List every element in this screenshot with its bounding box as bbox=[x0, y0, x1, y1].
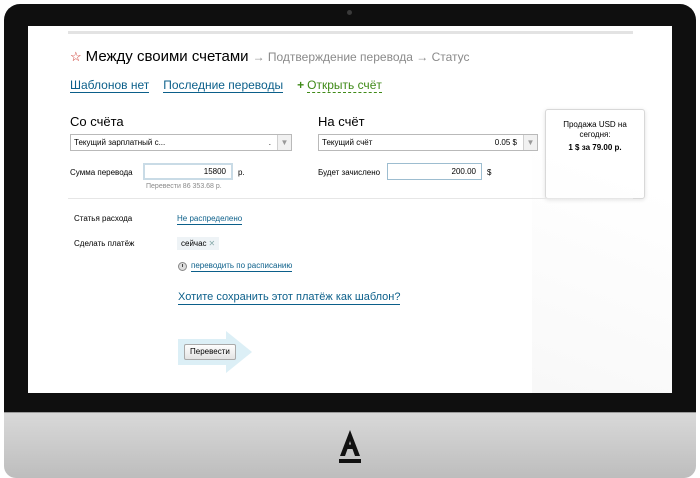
page-title: Между своими счетами bbox=[85, 48, 249, 65]
screen-glare bbox=[532, 26, 672, 393]
exchange-rate-box: Продажа USD на сегодня: 1 $ за 79.00 р. bbox=[545, 109, 645, 199]
rate-title: Продажа USD на сегодня: bbox=[563, 120, 627, 139]
expense-label: Статья расхода bbox=[74, 214, 133, 223]
rate-value: 1 $ за 79.00 р. bbox=[568, 143, 622, 152]
from-account-value: Текущий зарплатный с... bbox=[74, 138, 166, 147]
monitor-bezel: ☆ Между своими счетами → Подтверждение п… bbox=[4, 4, 696, 412]
camera-dot bbox=[347, 10, 352, 15]
chevron-down-icon[interactable]: ▼ bbox=[523, 135, 537, 150]
amount-currency: р. bbox=[238, 168, 245, 177]
to-account-heading: На счёт bbox=[318, 114, 365, 129]
alfa-logo-icon bbox=[339, 430, 361, 463]
section-divider bbox=[68, 198, 633, 199]
recent-transfers-link[interactable]: Последние переводы bbox=[163, 78, 284, 93]
screen: ☆ Между своими счетами → Подтверждение п… bbox=[28, 26, 672, 393]
amount-input[interactable]: 15800 bbox=[143, 163, 233, 180]
payment-label: Сделать платёж bbox=[74, 239, 135, 248]
save-template-link[interactable]: Хотите сохранить этот платёж как шаблон? bbox=[178, 291, 401, 305]
schedule-option[interactable]: переводить по расписанию bbox=[178, 261, 293, 272]
breadcrumb-steps: → Подтверждение перевода → Статус bbox=[252, 50, 470, 64]
clock-icon bbox=[178, 262, 187, 271]
amount-label: Сумма перевода bbox=[70, 168, 133, 177]
credited-label: Будет зачислено bbox=[318, 168, 381, 177]
to-account-select[interactable]: Текущий счёт 0.05 $ ▼ bbox=[318, 134, 538, 151]
credited-currency: $ bbox=[487, 168, 492, 177]
top-divider bbox=[68, 31, 633, 34]
close-icon[interactable]: ✕ bbox=[209, 239, 216, 248]
to-account-value: Текущий счёт bbox=[322, 138, 373, 147]
page-header: ☆ Между своими счетами → Подтверждение п… bbox=[70, 48, 470, 65]
templates-link[interactable]: Шаблонов нет bbox=[70, 78, 150, 93]
chevron-down-icon[interactable]: ▼ bbox=[277, 135, 291, 150]
plus-icon: + bbox=[297, 78, 305, 92]
expense-category-link[interactable]: Не распределено bbox=[177, 214, 243, 225]
from-account-heading: Со счёта bbox=[70, 114, 124, 129]
chip-label: сейчас bbox=[181, 239, 207, 248]
star-outline-icon[interactable]: ☆ bbox=[70, 49, 82, 65]
submit-transfer-button[interactable]: Перевести bbox=[184, 344, 236, 360]
monitor-frame: ☆ Между своими счетами → Подтверждение п… bbox=[4, 4, 696, 478]
payment-now-chip: сейчас ✕ bbox=[177, 237, 220, 250]
credited-input[interactable]: 200.00 bbox=[387, 163, 482, 180]
amount-hint: Перевести 86 353.68 р. bbox=[146, 183, 222, 190]
top-links: Шаблонов нет Последние переводы + Открыт… bbox=[70, 78, 382, 93]
schedule-link[interactable]: переводить по расписанию bbox=[191, 261, 293, 272]
from-account-dot: . bbox=[268, 138, 271, 147]
monitor-chin bbox=[4, 412, 696, 478]
open-account-link[interactable]: Открыть счёт bbox=[307, 78, 382, 93]
to-account-balance: 0.05 $ bbox=[494, 138, 517, 147]
from-account-select[interactable]: Текущий зарплатный с... . ▼ bbox=[70, 134, 292, 151]
